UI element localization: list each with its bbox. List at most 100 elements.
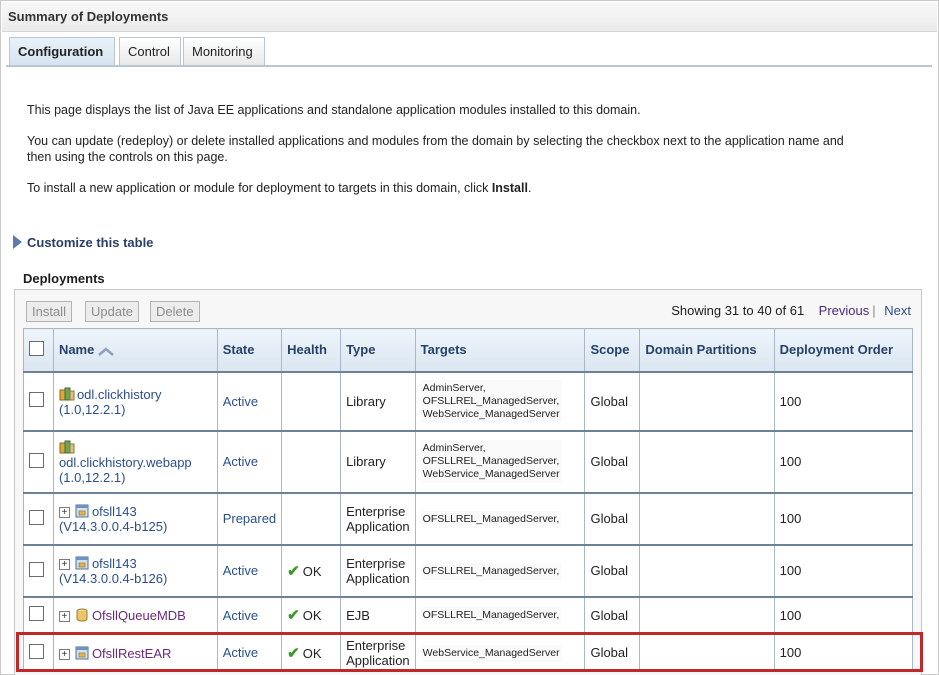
deployment-version[interactable]: (V14.3.0.0.4-b125) [59, 519, 167, 534]
deployment-order-cell: 100 [773, 595, 914, 634]
state-cell: Active [216, 543, 283, 597]
domain-partitions-cell [639, 370, 775, 431]
type-cell: Library [340, 370, 416, 431]
column-header-targets[interactable]: Targets [414, 328, 586, 372]
expand-plus-icon[interactable]: + [58, 559, 70, 570]
row-select-cell [23, 543, 54, 597]
library-icon [59, 440, 75, 453]
targets-list: OFSLLREL_ManagedServer, [420, 607, 562, 624]
enterprise-app-icon [75, 504, 89, 518]
pagination-separator: | [872, 303, 876, 318]
deployment-version[interactable]: (1.0,12.2.1) [59, 402, 126, 417]
expand-plus-icon[interactable]: + [58, 611, 70, 622]
type-line: Enterprise [346, 637, 406, 653]
targets-cell: AdminServer, OFSLLREL_ManagedServer, Web… [414, 370, 586, 431]
row-checkbox[interactable] [29, 392, 44, 407]
target-item: WebService_ManagedServer [422, 468, 560, 480]
deployment-version[interactable]: (1.0,12.2.1) [59, 470, 126, 485]
deployments-table: Name State Health Type Targets Scope Dom… [23, 328, 914, 672]
table-row: odl.clickhistory (1.0,12.2.1) Active Lib… [23, 370, 914, 431]
health-cell: ✔ OK [281, 543, 342, 597]
library-icon [59, 387, 75, 400]
row-select-cell [23, 632, 54, 672]
health-value: OK [302, 608, 322, 623]
deployments-heading: Deployments [23, 271, 105, 286]
deployment-name-link[interactable]: ofsll143 [92, 556, 137, 571]
page-frame: Summary of Deployments Configuration Con… [0, 0, 939, 675]
row-checkbox[interactable] [29, 643, 44, 659]
description-line-3-prefix: To install a new application or module f… [27, 181, 492, 195]
domain-partitions-cell [639, 491, 775, 545]
row-select-cell [23, 429, 54, 493]
delete-button[interactable]: Delete [150, 301, 200, 322]
customize-table-link[interactable]: Customize this table [13, 235, 153, 250]
description-line-2: You can update (redeploy) or delete inst… [27, 133, 907, 165]
deployment-name-link[interactable]: odl.clickhistory [77, 387, 162, 402]
deployment-name-link[interactable]: OfsllRestEAR [92, 646, 171, 661]
row-checkbox[interactable] [29, 452, 44, 468]
state-value: Active [222, 563, 259, 578]
type-line: Enterprise [346, 503, 406, 519]
table-row: odl.clickhistory.webapp (1.0,12.2.1) Act… [23, 429, 914, 493]
row-select-cell [23, 491, 54, 545]
select-all-checkbox[interactable] [29, 340, 44, 356]
targets-list: AdminServer, OFSLLREL_ManagedServer, Web… [420, 440, 562, 483]
install-button[interactable]: Install [26, 301, 72, 322]
update-button[interactable]: Update [85, 301, 139, 322]
check-icon: ✔ [287, 562, 300, 580]
check-icon: ✔ [287, 644, 300, 662]
row-checkbox[interactable] [29, 606, 44, 621]
sort-icon[interactable] [98, 347, 114, 357]
state-cell: Active [216, 429, 283, 493]
expand-plus-icon[interactable]: + [58, 507, 70, 518]
name-cell: + ofsll143 (V14.3.0.0.4-b126) [52, 543, 218, 597]
deployment-order-cell: 100 [773, 491, 914, 545]
type-line: Application [346, 570, 410, 586]
deployment-name-link[interactable]: ofsll143 [92, 504, 137, 519]
row-checkbox[interactable] [29, 509, 44, 525]
type-cell: Enterprise Application [340, 491, 416, 545]
column-header-domain-partitions[interactable]: Domain Partitions [639, 328, 775, 372]
expand-triangle-icon [13, 235, 22, 249]
customize-table-label: Customize this table [27, 235, 154, 250]
state-cell: Active [216, 632, 283, 672]
next-link[interactable]: Next [884, 303, 911, 318]
tab-monitoring[interactable]: Monitoring [183, 37, 265, 66]
state-value: Active [222, 645, 259, 661]
deployment-name-link[interactable]: OfsllQueueMDB [92, 608, 186, 623]
column-header-name[interactable]: Name [52, 328, 218, 372]
column-header-name-label: Name [58, 342, 95, 358]
table-row: + ofsll143 (V14.3.0.0.4-b126) Active ✔ OK … [23, 543, 914, 597]
scope-cell: Global [584, 632, 641, 672]
deployment-name-link[interactable]: odl.clickhistory.webapp [59, 455, 192, 470]
deployment-version[interactable]: (V14.3.0.0.4-b126) [59, 571, 167, 586]
showing-count: Showing 31 to 40 of 61 [671, 303, 805, 318]
tab-control[interactable]: Control [119, 37, 181, 66]
column-header-health[interactable]: Health [281, 328, 342, 372]
column-header-scope[interactable]: Scope [584, 328, 641, 372]
check-icon: ✔ [287, 607, 300, 624]
type-cell: Enterprise Application [340, 632, 416, 672]
health-value: OK [302, 563, 322, 579]
target-item: OFSLLREL_ManagedServer, [422, 455, 560, 467]
targets-list: OFSLLREL_ManagedServer, [420, 562, 562, 580]
expand-plus-icon[interactable]: + [58, 648, 70, 660]
title-bar: Summary of Deployments [2, 2, 937, 32]
deployment-order-cell: 100 [773, 632, 914, 672]
name-cell: odl.clickhistory.webapp (1.0,12.2.1) [52, 429, 218, 493]
column-header-type[interactable]: Type [340, 328, 416, 372]
previous-link[interactable]: Previous [819, 303, 870, 318]
row-select-cell [23, 595, 54, 634]
column-header-deployment-order[interactable]: Deployment Order [773, 328, 914, 372]
description-line-2b: then using the controls on this page. [27, 150, 228, 164]
column-header-state[interactable]: State [216, 328, 283, 372]
deployment-order-cell: 100 [773, 543, 914, 597]
tab-configuration[interactable]: Configuration [9, 37, 115, 67]
target-item: OFSLLREL_ManagedServer, [422, 394, 560, 407]
select-all-cell [23, 328, 54, 372]
type-cell: Enterprise Application [340, 543, 416, 597]
state-cell: Active [216, 595, 283, 634]
targets-list: AdminServer, OFSLLREL_ManagedServer, Web… [420, 379, 562, 423]
row-checkbox[interactable] [29, 561, 44, 577]
enterprise-app-icon [75, 556, 89, 570]
